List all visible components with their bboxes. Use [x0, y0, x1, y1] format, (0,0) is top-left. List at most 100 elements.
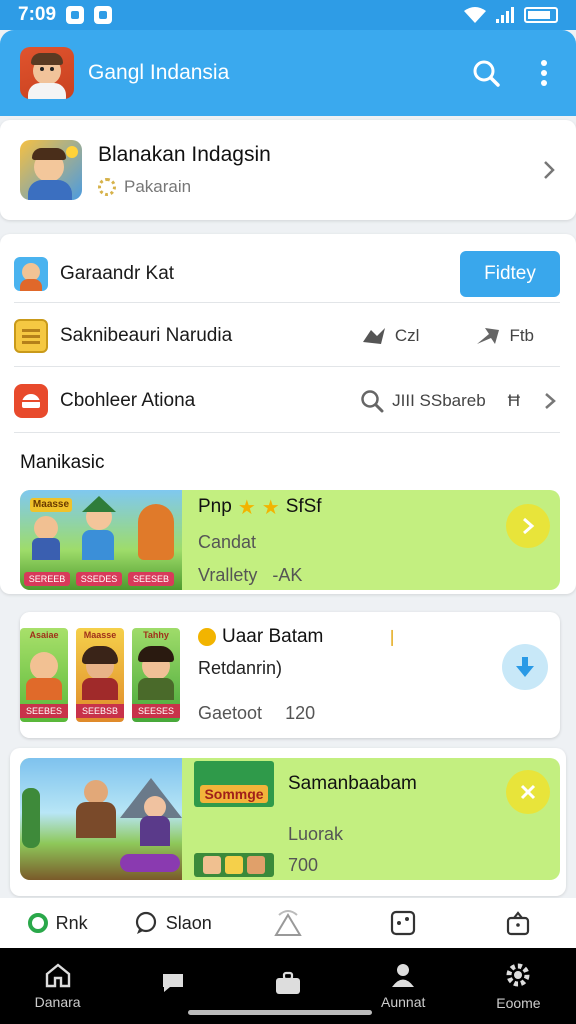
featured-game-thumbnail	[20, 140, 82, 200]
game-meta-value: 700	[288, 854, 319, 875]
star-icon: ★	[237, 496, 256, 519]
news-icon	[14, 384, 48, 418]
chevron-right-icon[interactable]	[544, 392, 556, 410]
list-item: Garaandr Kat Fidtey	[14, 246, 560, 302]
tab-rank[interactable]: Rnk	[0, 913, 115, 934]
status-bar: 7:09	[0, 0, 576, 30]
open-button[interactable]	[506, 504, 550, 548]
message-icon	[94, 6, 113, 24]
meta-value: Czl	[394, 326, 420, 345]
nav-tools[interactable]	[230, 970, 345, 1002]
warning-icon	[274, 910, 302, 936]
game-card[interactable]: Sommge Samanbaabam Luorak 700	[20, 758, 560, 880]
divider	[14, 302, 560, 303]
home-indicator[interactable]	[188, 1010, 372, 1015]
tab-center[interactable]	[230, 909, 345, 937]
download-button[interactable]	[502, 644, 548, 690]
wifi-icon	[464, 7, 486, 23]
tab-store[interactable]	[461, 910, 576, 936]
divider	[14, 432, 560, 433]
dice-icon	[391, 910, 416, 936]
game-subtitle: Luorak	[288, 823, 344, 844]
list-item[interactable]: Saknibeauri Narudia Czl Ftb	[14, 306, 560, 366]
game-badge: Sommge	[194, 761, 274, 807]
badge-label: Sommge	[200, 785, 268, 803]
close-icon	[520, 784, 536, 800]
section-title: Manikasic	[20, 452, 105, 473]
nav-home[interactable]: Danara	[0, 962, 115, 1010]
tab-chat[interactable]: Slaon	[115, 911, 230, 935]
game-thumbnail: Asaiae Maasse Tahhy SEEBES SEEBSB SEESES	[20, 612, 182, 738]
chat-bubble-icon	[135, 911, 156, 934]
game-subtitle: Candat	[198, 531, 257, 552]
home-icon	[45, 963, 70, 988]
game-meta: Gaetoot	[198, 703, 263, 723]
game-meta: Vrallety	[198, 564, 258, 585]
game-meta-value: 120	[285, 703, 316, 723]
tab-label: Slaon	[165, 912, 212, 933]
nav-label: Danara	[34, 994, 81, 1010]
search-icon[interactable]	[470, 57, 502, 89]
close-button[interactable]	[506, 770, 550, 814]
thumb-label: SEEBSB	[76, 704, 124, 718]
meta-value: JIII SSbareb	[392, 391, 486, 410]
thumb-title: Asaiae	[29, 630, 59, 640]
tab-games[interactable]	[346, 910, 461, 936]
download-icon	[516, 657, 534, 677]
app-logo[interactable]	[20, 47, 74, 99]
thumb-label: SEREEB	[24, 572, 70, 586]
chat-icon	[162, 974, 183, 992]
status-time: 7:09	[18, 4, 57, 25]
nav-profile[interactable]: Aunnat	[346, 962, 461, 1010]
share-icon	[362, 328, 385, 344]
game-title: Pnp	[198, 496, 232, 517]
rank-icon	[27, 913, 48, 933]
character-icon	[14, 257, 48, 291]
gear-icon	[98, 178, 116, 196]
battery-icon	[524, 7, 558, 23]
chevron-right-icon	[544, 161, 555, 179]
featured-subtitle: Pakarain	[124, 177, 192, 196]
list-item-label: Saknibeauri Narudia	[60, 325, 233, 346]
character-icons	[194, 853, 274, 877]
game-title: Uaar Batam	[222, 626, 324, 647]
nav-settings[interactable]: Eoome	[461, 961, 576, 1011]
list-item-label: Garaandr Kat	[60, 263, 175, 284]
signal-icon	[496, 7, 514, 23]
search-icon[interactable]	[360, 389, 384, 413]
featured-title: Blanakan Indagsin	[98, 143, 271, 166]
game-meta-value: -AK	[272, 564, 303, 585]
app-title: Gangl Indansia	[88, 61, 230, 84]
game-subtitle: Retdanrin)	[198, 658, 283, 678]
nav-label: Eoome	[496, 995, 541, 1011]
thumb-label: SEESES	[132, 704, 180, 718]
document-icon	[14, 319, 48, 353]
game-title: Samanbaabam	[288, 773, 417, 794]
thumb-label: SEESEB	[128, 572, 174, 586]
nav-label: Aunnat	[381, 994, 426, 1010]
star-icon: ★	[261, 496, 280, 519]
meta-value: Ħ	[507, 391, 520, 410]
bookmark-icon: ❘	[385, 629, 399, 646]
tab-strip: Rnk Slaon	[0, 898, 576, 948]
nav-messages[interactable]	[115, 971, 230, 1001]
thumb-title: Maasse	[30, 498, 72, 512]
list-item[interactable]: Cbohleer Ationa JIII SSbareb Ħ	[14, 370, 560, 432]
divider	[14, 366, 560, 367]
arrow-icon	[477, 328, 500, 344]
list-item-label: Cbohleer Ationa	[60, 390, 196, 411]
app-bar: Gangl Indansia	[0, 30, 576, 116]
game-thumbnail	[20, 758, 182, 880]
thumb-label: SSEDES	[76, 572, 122, 586]
game-card[interactable]: Maasse SEREEB SSEDES SEESEB Pnp ★ ★ SfSf…	[20, 490, 560, 590]
game-card[interactable]: Asaiae Maasse Tahhy SEEBES SEEBSB SEESES…	[20, 612, 560, 738]
more-vert-icon[interactable]	[528, 57, 560, 89]
featured-card[interactable]: Blanakan Indagsin Pakarain	[0, 120, 576, 220]
notification-icon	[66, 6, 85, 24]
gear-icon	[506, 963, 530, 987]
primary-action-button[interactable]: Fidtey	[460, 251, 560, 297]
thumb-title: Tahhy	[143, 630, 169, 640]
chevron-right-icon	[523, 517, 535, 535]
game-thumbnail: Maasse SEREEB SSEDES SEESEB	[20, 490, 182, 590]
person-icon	[392, 964, 415, 987]
